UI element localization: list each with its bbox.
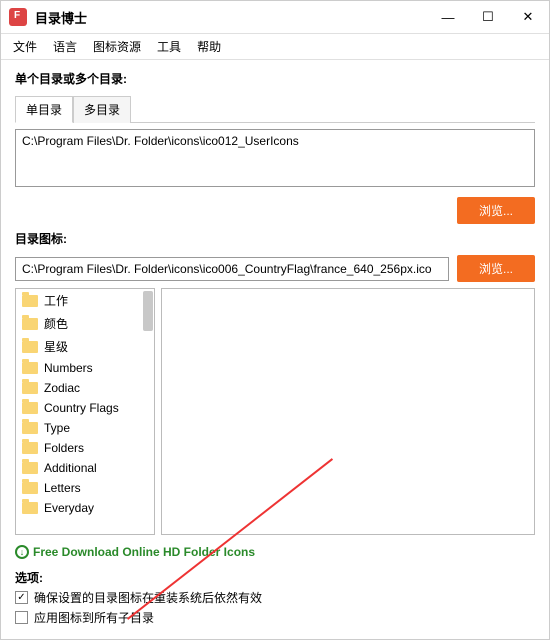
tab-multi[interactable]: 多目录 — [73, 96, 131, 123]
directory-section-label: 单个目录或多个目录: — [15, 70, 535, 87]
maximize-button[interactable]: ☐ — [475, 7, 501, 27]
download-icons-link[interactable]: ↓ Free Download Online HD Folder Icons — [15, 545, 535, 559]
folder-icon — [22, 318, 38, 330]
menu-tools[interactable]: 工具 — [157, 38, 181, 55]
list-item: Zodiac — [16, 378, 154, 398]
checkbox-persist-label: 确保设置的目录图标在重装系统后依然有效 — [34, 589, 262, 606]
checkbox-subdirs-label: 应用图标到所有子目录 — [34, 609, 154, 626]
menubar: 文件 语言 图标资源 工具 帮助 — [1, 34, 549, 60]
folder-icon — [22, 362, 38, 374]
list-item: Everyday — [16, 498, 154, 518]
minimize-button[interactable]: — — [435, 7, 461, 27]
app-icon — [9, 8, 27, 26]
list-item: Letters — [16, 478, 154, 498]
checkbox-subdirs[interactable] — [15, 611, 28, 624]
icon-preview-pane — [161, 288, 535, 535]
close-button[interactable]: ✕ — [515, 7, 541, 27]
download-icon: ↓ — [15, 545, 29, 559]
folder-icon — [22, 422, 38, 434]
folder-icon — [22, 482, 38, 494]
checkbox-persist[interactable]: ✓ — [15, 591, 28, 604]
menu-icon-resources[interactable]: 图标资源 — [93, 38, 141, 55]
icon-section-label: 目录图标: — [15, 230, 535, 247]
window-title: 目录博士 — [35, 8, 435, 27]
list-item: 工作 — [16, 289, 154, 312]
folder-icon — [22, 402, 38, 414]
category-list[interactable]: 工作 颜色 星级 Numbers Zodiac Country Flags Ty… — [15, 288, 155, 535]
folder-icon — [22, 462, 38, 474]
menu-file[interactable]: 文件 — [13, 38, 37, 55]
options-label: 选项: — [15, 569, 535, 586]
list-item: Country Flags — [16, 398, 154, 418]
folder-icon — [22, 502, 38, 514]
menu-help[interactable]: 帮助 — [197, 38, 221, 55]
list-item: Folders — [16, 438, 154, 458]
folder-icon — [22, 295, 38, 307]
list-item: 颜色 — [16, 312, 154, 335]
icon-path-input[interactable] — [15, 257, 449, 281]
list-item: Additional — [16, 458, 154, 478]
menu-language[interactable]: 语言 — [53, 38, 77, 55]
tabs: 单目录 多目录 — [15, 95, 535, 123]
folder-icon — [22, 442, 38, 454]
scrollbar-thumb[interactable] — [143, 291, 153, 331]
browse-directory-button[interactable]: 浏览... — [457, 197, 535, 224]
browse-icon-button[interactable]: 浏览... — [457, 255, 535, 282]
folder-icon — [22, 382, 38, 394]
titlebar: 目录博士 — ☐ ✕ — [1, 1, 549, 34]
folder-icon — [22, 341, 38, 353]
list-item: Type — [16, 418, 154, 438]
directory-path-input[interactable] — [15, 129, 535, 187]
list-item: 星级 — [16, 335, 154, 358]
tab-single[interactable]: 单目录 — [15, 96, 73, 123]
list-item: Numbers — [16, 358, 154, 378]
